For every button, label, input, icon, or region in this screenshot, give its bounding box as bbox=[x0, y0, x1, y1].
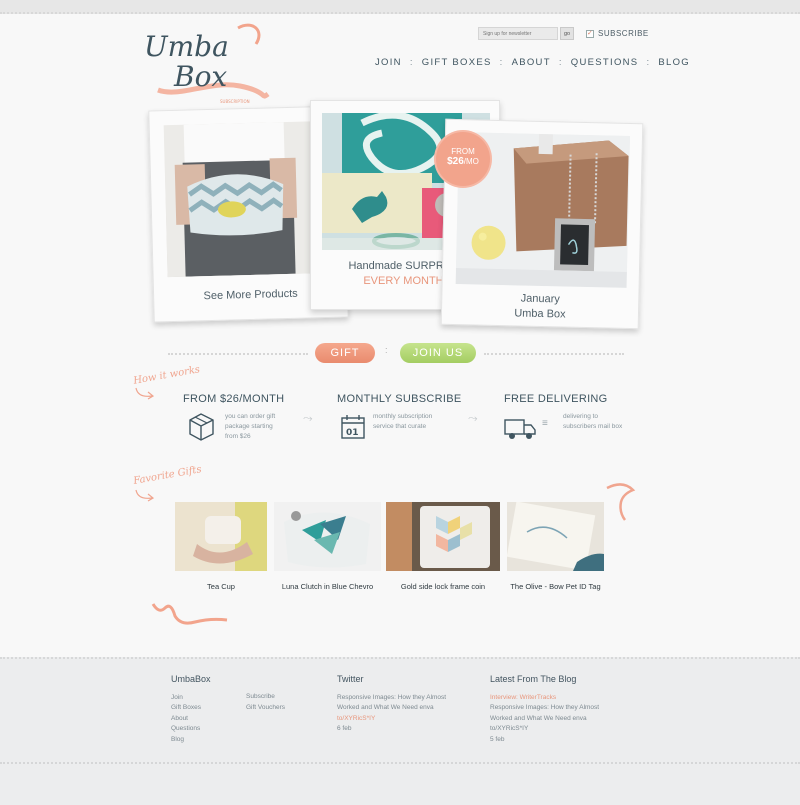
gift-label-luna-clutch: Luna Clutch in Blue Chevro bbox=[281, 582, 374, 591]
top-border-strip bbox=[0, 0, 800, 14]
subscribe-option[interactable]: ✓ SUBSCRIBE bbox=[586, 29, 649, 38]
footer-link-blog[interactable]: Blog bbox=[171, 735, 211, 746]
footer-link-gift-boxes[interactable]: Gift Boxes bbox=[171, 703, 211, 714]
gift-photo-olive-tag bbox=[507, 502, 604, 571]
gift-photo-tea-cup bbox=[175, 502, 267, 571]
main-nav: JOIN : GIFT BOXES : ABOUT : QUESTIONS : … bbox=[375, 57, 690, 68]
badge-unit: /MO bbox=[463, 157, 479, 166]
ribbon-decoration-icon bbox=[151, 603, 228, 625]
footer-blog-title: Latest From The Blog bbox=[490, 674, 577, 684]
ribbon-decoration-icon bbox=[606, 483, 636, 521]
gift-button[interactable]: GIFT bbox=[315, 343, 375, 363]
newsletter-email-input[interactable] bbox=[478, 27, 558, 40]
footer-tweet-link[interactable]: to/XYRicS*IY bbox=[337, 714, 467, 725]
box-icon bbox=[189, 413, 214, 441]
footer-link-join[interactable]: Join bbox=[171, 693, 211, 704]
nav-separator: : bbox=[499, 57, 504, 68]
footer-umbabox-col2: Subscribe Gift Vouchers bbox=[246, 692, 285, 713]
curly-arrow-icon bbox=[135, 387, 155, 400]
footer-link-gift-vouchers[interactable]: Gift Vouchers bbox=[246, 703, 285, 714]
footer-link-subscribe[interactable]: Subscribe bbox=[246, 692, 285, 703]
step-delivery: FREE DELIVERING ≡ delivering to subscrib… bbox=[504, 393, 622, 439]
price-badge: FROM $26/MO bbox=[436, 132, 490, 186]
curly-arrow-icon bbox=[135, 489, 155, 502]
footer-umbabox-title: UmbaBox bbox=[171, 674, 211, 684]
nav-separator: : bbox=[409, 57, 414, 68]
footer: UmbaBox Join Gift Boxes About Questions … bbox=[0, 657, 800, 805]
step-delivery-title: FREE DELIVERING bbox=[504, 393, 608, 405]
step-pricing-title: FROM $26/MONTH bbox=[183, 393, 285, 405]
footer-twitter: Twitter Responsive Images: How they Almo… bbox=[337, 674, 467, 735]
footer-link-about[interactable]: About bbox=[171, 714, 211, 725]
step-delivery-desc: delivering to subscribers mail box bbox=[563, 413, 623, 430]
footer-blog-highlight-link[interactable]: Interview: WriterTracks bbox=[490, 693, 615, 704]
hero-caption-january-line2: Umba Box bbox=[514, 307, 566, 321]
gift-label-olive-tag: The Olive - Bow Pet ID Tag bbox=[510, 582, 601, 591]
step-subscribe-title: MONTHLY SUBSCRIBE bbox=[337, 393, 462, 405]
nav-separator: : bbox=[646, 57, 651, 68]
logo[interactable]: Umba Box SUBSCRIPTION bbox=[140, 20, 270, 110]
gift-card-luna-clutch[interactable]: Luna Clutch in Blue Chevro bbox=[274, 502, 381, 591]
subscribe-checkbox[interactable]: ✓ bbox=[586, 29, 594, 38]
step-subscribe-desc: monthly subscription service that curate bbox=[373, 413, 433, 430]
truck-icon bbox=[504, 419, 536, 439]
step-arrow-icon: ⤳ bbox=[303, 411, 313, 425]
hero-caption-january: January Umba Box bbox=[442, 290, 639, 324]
footer-blog: Latest From The Blog Interview: WriterTr… bbox=[490, 674, 615, 745]
join-us-button[interactable]: JOIN US bbox=[400, 343, 476, 363]
footer-tweet-text: Responsive Images: How they Almost Worke… bbox=[337, 693, 447, 712]
step-arrow-icon: ⤳ bbox=[468, 411, 478, 425]
calendar-icon: 01 bbox=[341, 415, 365, 439]
gift-photo-gold-frame bbox=[386, 502, 500, 571]
gift-card-olive-tag[interactable]: The Olive - Bow Pet ID Tag bbox=[507, 502, 604, 591]
divider-dotted-right bbox=[484, 353, 624, 355]
step-subscribe: MONTHLY SUBSCRIBE 01 monthly subscriptio… bbox=[337, 393, 462, 439]
footer-bottom-divider bbox=[0, 762, 800, 764]
step-pricing: FROM $26/MONTH you can order gift packag… bbox=[183, 393, 285, 441]
footer-blog-text: Responsive Images: How they Almost Worke… bbox=[490, 704, 600, 732]
footer-twitter-title: Twitter bbox=[337, 674, 364, 684]
badge-price-line: $26/MO bbox=[436, 157, 490, 167]
nav-join[interactable]: JOIN bbox=[375, 57, 402, 68]
gift-photo-luna-clutch bbox=[274, 502, 381, 571]
nav-blog[interactable]: BLOG bbox=[658, 57, 690, 68]
logo-tagline: SUBSCRIPTION bbox=[220, 99, 250, 104]
footer-link-questions[interactable]: Questions bbox=[171, 724, 211, 735]
nav-about[interactable]: ABOUT bbox=[512, 57, 551, 68]
cta-divider: : bbox=[385, 345, 388, 355]
footer-umbabox: UmbaBox Join Gift Boxes About Questions … bbox=[171, 674, 211, 745]
newsletter-go-button[interactable]: go bbox=[560, 27, 574, 40]
logo-line-umba: Umba bbox=[144, 30, 229, 63]
divider-dotted-left bbox=[168, 353, 308, 355]
footer-blog-date: 5 feb bbox=[490, 735, 505, 743]
badge-price: $26 bbox=[447, 156, 464, 167]
logo-line-box: Box bbox=[173, 60, 227, 93]
nav-separator: : bbox=[558, 57, 563, 68]
calendar-day: 01 bbox=[346, 428, 359, 438]
gift-card-gold-frame[interactable]: Gold side lock frame coin bbox=[386, 502, 500, 591]
lines-icon: ≡ bbox=[542, 418, 548, 429]
hero-photo-clutch bbox=[163, 120, 334, 278]
gift-card-tea-cup[interactable]: Tea Cup bbox=[175, 502, 267, 591]
subscribe-label: SUBSCRIBE bbox=[598, 29, 649, 38]
gift-label-gold-frame: Gold side lock frame coin bbox=[400, 582, 486, 591]
footer-tweet-date: 6 feb bbox=[337, 725, 352, 732]
nav-gift-boxes[interactable]: GIFT BOXES bbox=[422, 57, 492, 68]
step-pricing-desc: you can order gift package starting from… bbox=[225, 413, 276, 440]
gift-label-tea-cup: Tea Cup bbox=[207, 582, 235, 591]
newsletter-form: go ✓ SUBSCRIBE bbox=[478, 27, 649, 40]
nav-questions[interactable]: QUESTIONS bbox=[571, 57, 639, 68]
